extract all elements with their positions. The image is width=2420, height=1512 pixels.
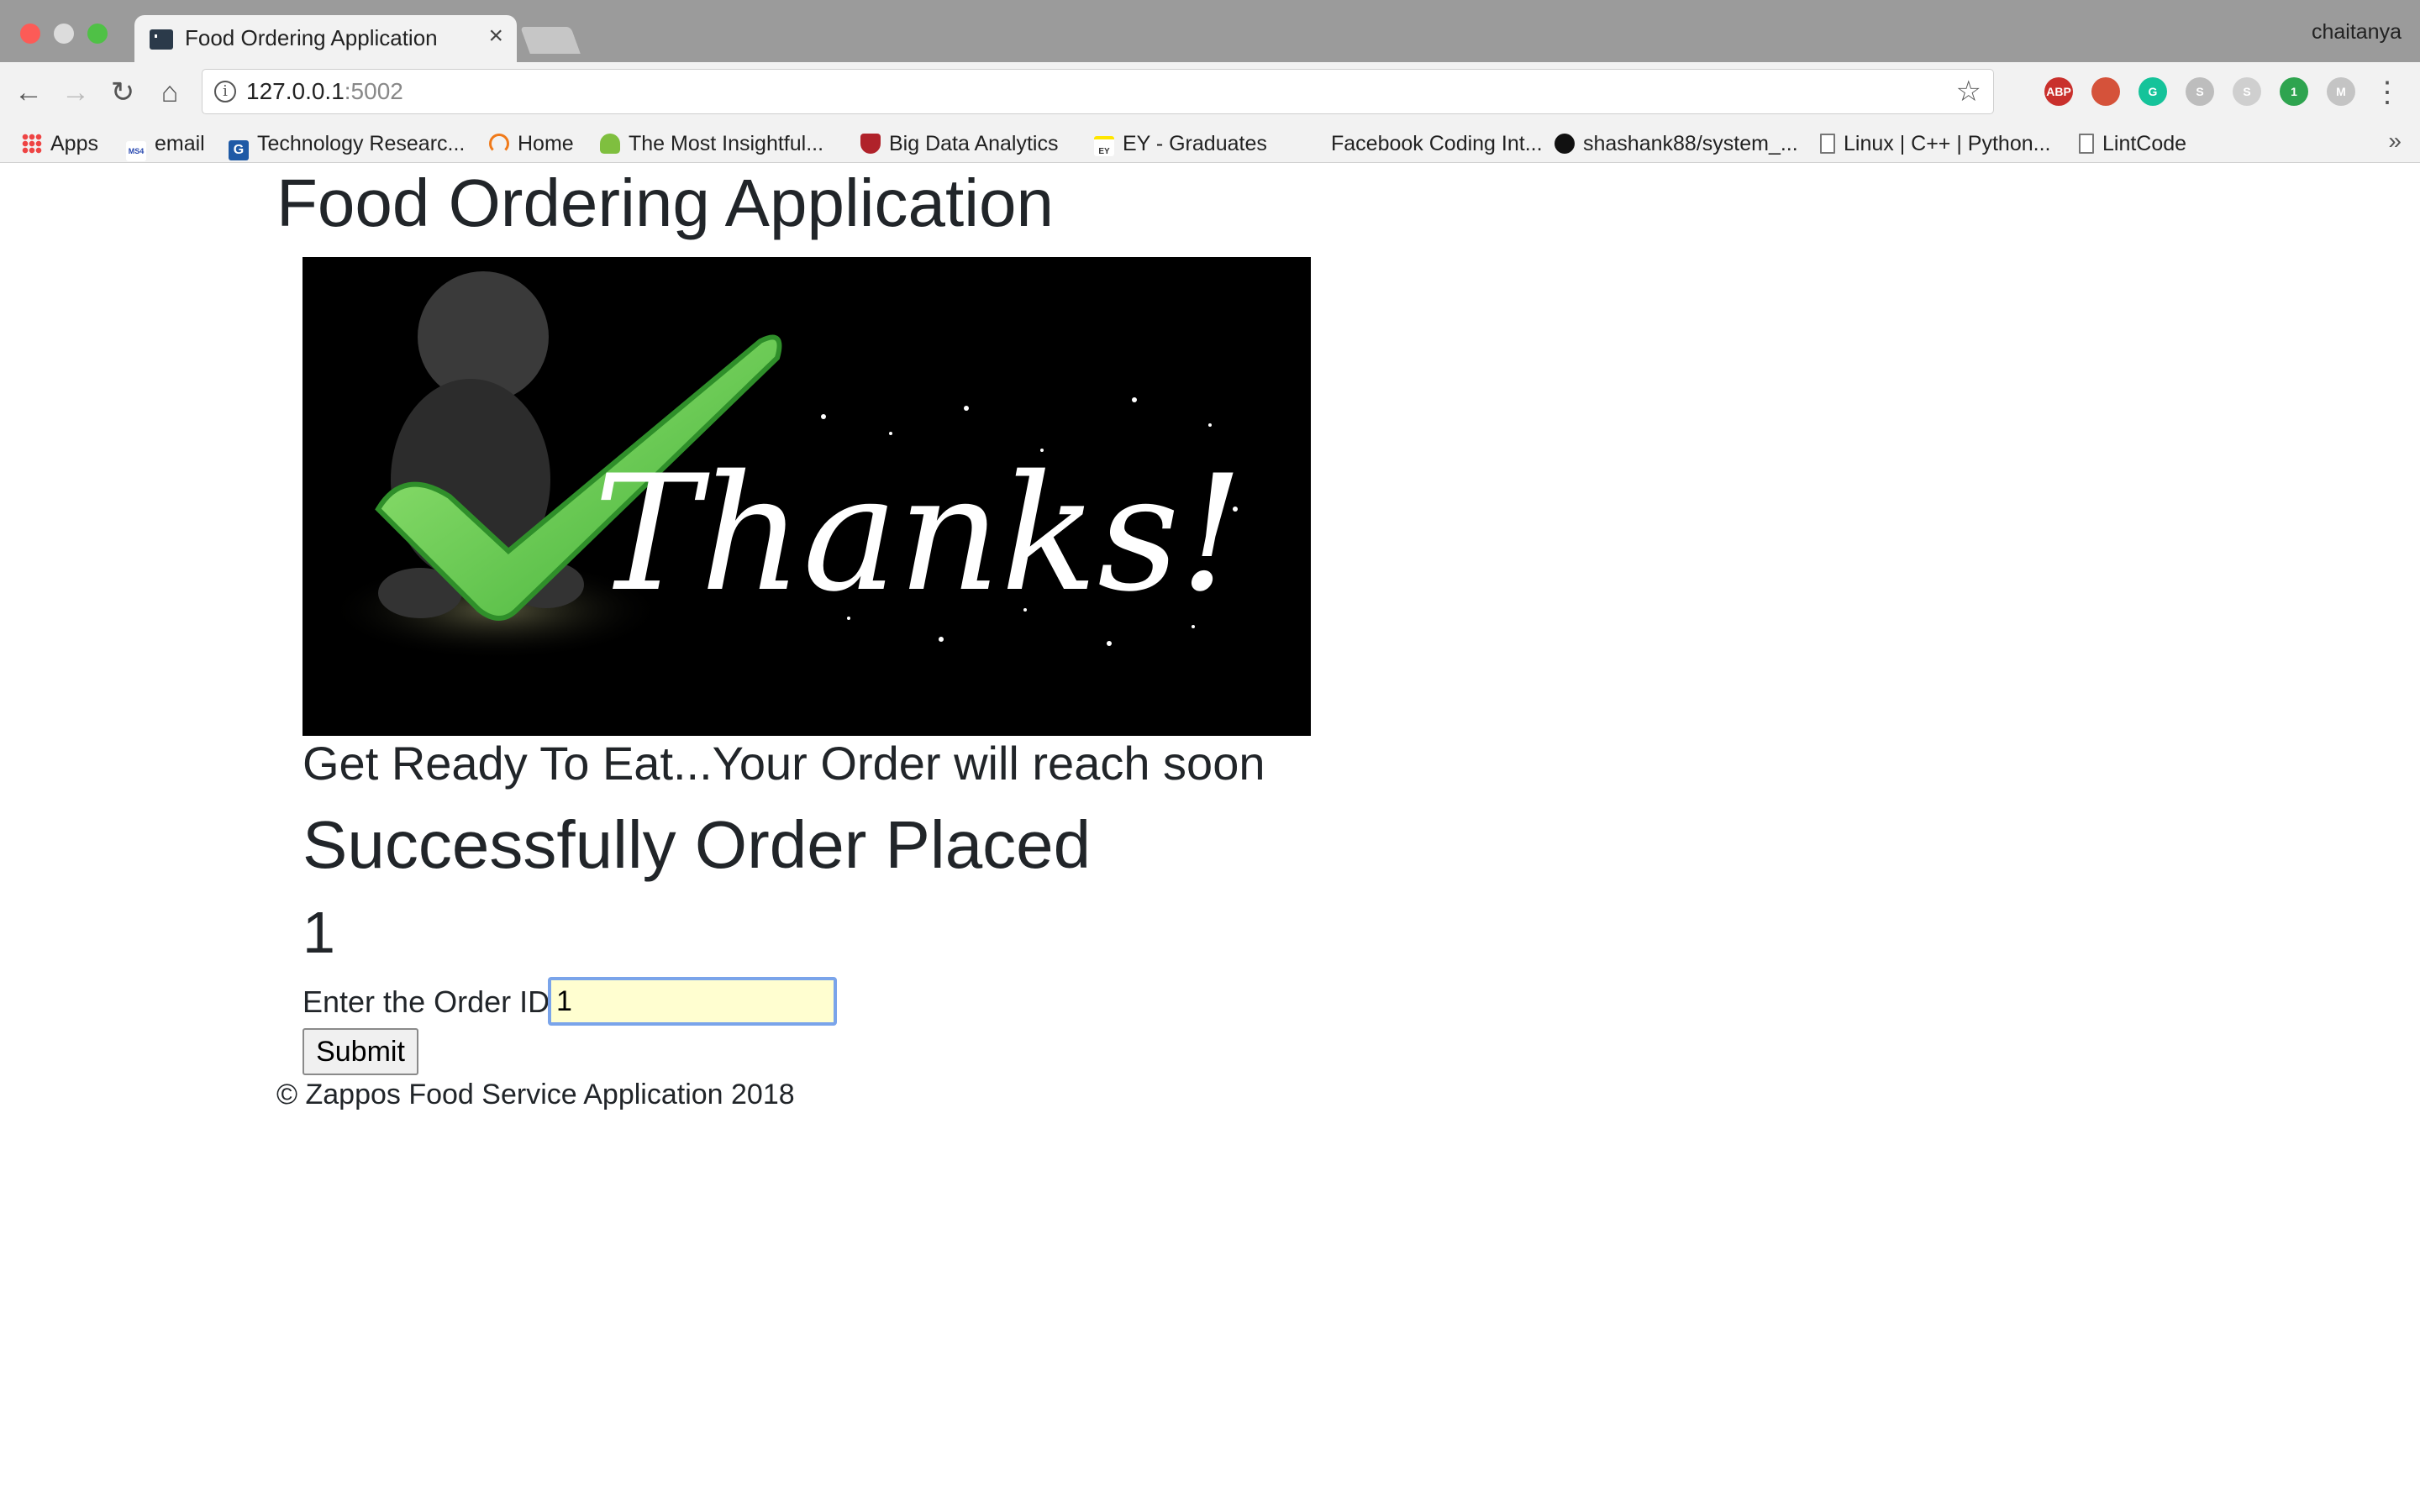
forward-button[interactable]: → [57, 74, 94, 111]
bookmark-linux-cpp-python[interactable]: Linux | C++ | Python... [1820, 129, 2050, 158]
extension-s-icon[interactable]: S [2186, 77, 2214, 106]
bookmark-label: Technology Researc... [257, 132, 466, 155]
bookmark-apps[interactable]: Apps [22, 129, 98, 158]
hero-thanks-text: Thanks! [593, 441, 1244, 627]
thanks-image: Thanks! [302, 257, 1311, 736]
bookmark-facebook-coding[interactable]: Facebook Coding Int... [1331, 129, 1543, 158]
bookmark-label: Apps [50, 132, 98, 155]
browser-toolbar: ← → ↻ ⌂ i 127.0.0.1:5002 ☆ ABP G S S 1 M ⋮ [0, 62, 2420, 124]
adblock-plus-icon[interactable]: ABP [2044, 77, 2073, 106]
ms4-icon: MS4 [126, 141, 146, 161]
bookmark-ey-graduates[interactable]: EY EY - Graduates [1094, 129, 1267, 158]
bookmark-label: Facebook Coding Int... [1331, 132, 1543, 155]
bookmark-label: Home [518, 132, 574, 155]
submit-button[interactable]: Submit [302, 1028, 418, 1075]
order-id-input[interactable] [548, 977, 837, 1026]
url-text[interactable]: 127.0.0.1:5002 [246, 78, 403, 105]
order-id-label: Enter the Order ID: [302, 984, 559, 1019]
page-icon [2079, 134, 2094, 154]
bookmark-technology-research[interactable]: G Technology Researc... [229, 129, 466, 160]
order-status-heading: Successfully Order Placed [302, 807, 1092, 882]
bookmark-label: EY - Graduates [1123, 132, 1267, 155]
url-host: 127.0.0.1 [246, 78, 345, 104]
page-icon [1820, 134, 1835, 154]
page-title: Food Ordering Application [276, 165, 1054, 240]
github-icon [1555, 134, 1575, 154]
tree-icon [600, 134, 620, 154]
bookmark-star-icon[interactable]: ☆ [1956, 75, 1981, 108]
maximize-window-button[interactable] [87, 24, 108, 44]
terminal-favicon-icon [150, 29, 173, 50]
grammarly-icon[interactable]: G [2139, 77, 2167, 106]
bookmark-most-insightful[interactable]: The Most Insightful... [600, 129, 823, 158]
shield-icon [860, 134, 881, 154]
profile-name[interactable]: chaitanya [2312, 20, 2402, 45]
new-tab-button[interactable] [520, 27, 581, 54]
reload-button[interactable]: ↻ [104, 74, 141, 111]
bookmark-big-data-analytics[interactable]: Big Data Analytics [860, 129, 1059, 158]
order-number: 1 [302, 900, 335, 965]
bookmark-extension-icon[interactable] [2091, 77, 2120, 106]
bookmark-label: Big Data Analytics [889, 132, 1059, 155]
bookmark-shashank88[interactable]: shashank88/system_... [1555, 129, 1798, 158]
url-port: :5002 [344, 78, 403, 104]
extension-badge-icon[interactable]: 1 [2280, 77, 2308, 106]
bookmark-label: The Most Insightful... [629, 132, 824, 155]
order-tagline: Get Ready To Eat...Your Order will reach… [302, 737, 1265, 790]
bookmark-label: email [155, 132, 205, 155]
bookmark-label: LintCode [2102, 132, 2187, 155]
browser-titlebar: Food Ordering Application × chaitanya [0, 0, 2420, 64]
info-icon[interactable]: i [214, 81, 236, 102]
skype-icon[interactable]: S [2233, 77, 2261, 106]
footer-copyright: © Zappos Food Service Application 2018 [276, 1079, 795, 1110]
close-tab-icon[interactable]: × [488, 24, 503, 49]
ey-icon: EY [1094, 136, 1114, 156]
ga-icon: G [229, 140, 249, 160]
minimize-window-button[interactable] [54, 24, 74, 44]
thanks-illustration: Thanks! [328, 271, 1244, 660]
bookmarks-bar: Apps MS4 email G Technology Researc... Hom… [0, 124, 2420, 163]
browser-tab-active[interactable]: Food Ordering Application × [134, 15, 517, 64]
home-button[interactable]: ⌂ [151, 74, 188, 111]
apps-icon [22, 134, 42, 154]
bookmark-email[interactable]: MS4 email [126, 129, 205, 161]
extension-m-icon[interactable]: M [2327, 77, 2355, 106]
bookmark-lintcode[interactable]: LintCode [2079, 129, 2186, 158]
browser-menu-icon[interactable]: ⋮ [2373, 74, 2402, 111]
home-arc-icon [489, 134, 509, 154]
bookmark-home[interactable]: Home [489, 129, 574, 158]
bookmark-label: Linux | C++ | Python... [1844, 132, 2051, 155]
tab-title: Food Ordering Application [185, 25, 438, 50]
back-button[interactable]: ← [10, 74, 47, 111]
more-bookmarks-icon[interactable]: » [2388, 128, 2402, 155]
close-window-button[interactable] [20, 24, 40, 44]
address-bar[interactable]: i 127.0.0.1:5002 ☆ [202, 69, 1994, 114]
bookmark-label: shashank88/system_... [1583, 132, 1798, 155]
